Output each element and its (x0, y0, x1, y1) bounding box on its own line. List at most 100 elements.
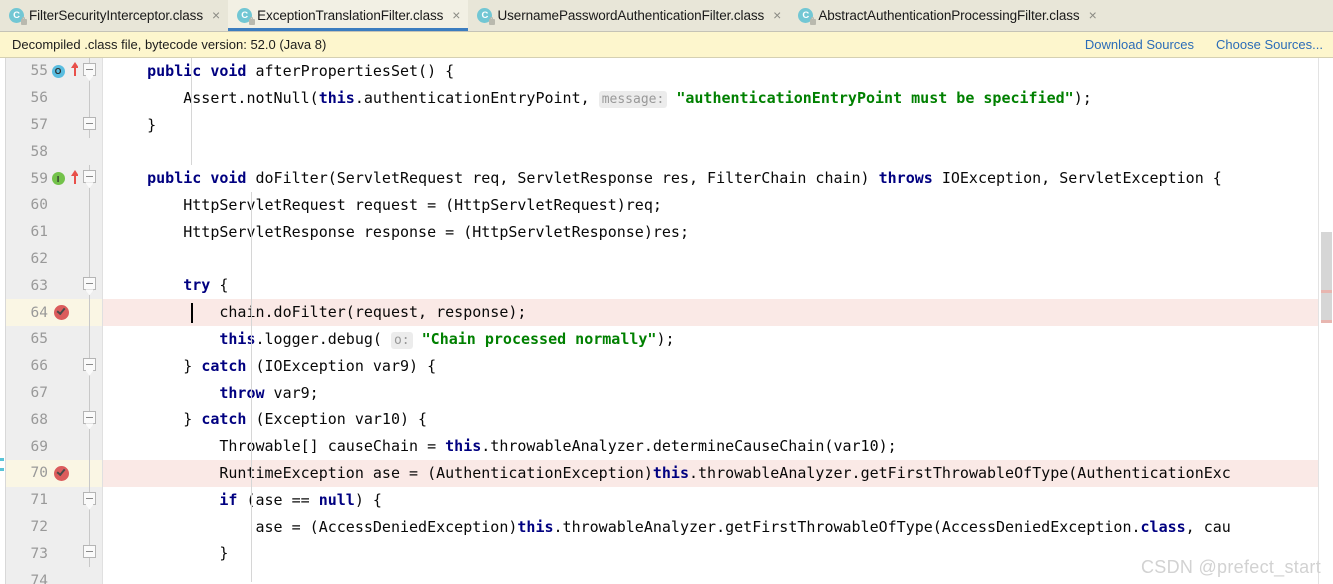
code-line-71[interactable]: if (ase == null) { (103, 487, 1333, 514)
fold-collapse-icon[interactable] (83, 277, 96, 291)
fold-marker-line-63[interactable] (78, 272, 102, 300)
code-line-61[interactable]: HttpServletResponse response = (HttpServ… (103, 219, 1333, 246)
fold-marker-line-67[interactable] (78, 379, 102, 407)
code-folding-column[interactable] (78, 58, 103, 584)
download-sources-link[interactable]: Download Sources (1085, 37, 1194, 52)
gutter-line-66[interactable]: 66 (6, 353, 78, 380)
editor-tab-1[interactable]: C ExceptionTranslationFilter.class × (228, 0, 469, 31)
fold-marker-line-55[interactable] (78, 58, 102, 85)
fold-marker-line-73[interactable] (78, 540, 102, 568)
gutter-line-56[interactable]: 56 (6, 85, 78, 112)
fold-marker-line-72[interactable] (78, 513, 102, 541)
fold-marker-line-57[interactable] (78, 111, 102, 139)
code-line-65[interactable]: this.logger.debug( o: "Chain processed n… (103, 326, 1333, 353)
line-number: 62 (30, 250, 48, 267)
gutter-line-64[interactable]: 64 (6, 299, 78, 326)
gutter-line-57[interactable]: 57 (6, 112, 78, 139)
code-line-72[interactable]: ase = (AccessDeniedException)this.throwa… (103, 514, 1333, 541)
editor-tab-3[interactable]: C AbstractAuthenticationProcessingFilter.… (789, 0, 1105, 31)
gutter-line-65[interactable]: 65 (6, 326, 78, 353)
gutter-line-74[interactable]: 74 (6, 567, 78, 584)
gutter-line-55[interactable]: 55 O (6, 58, 79, 85)
line-number: 64 (30, 304, 48, 321)
code-line-73[interactable]: } (103, 540, 1333, 567)
line-number-gutter[interactable]: 55 O 56 57 58 59 I 60 61 62 63 64 65 66 67 68 69 70 71 72 73… (6, 58, 79, 584)
gutter-icon-slot (48, 249, 74, 269)
editor-tab-0[interactable]: C FilterSecurityInterceptor.class × (0, 0, 229, 31)
fold-collapse-icon[interactable] (83, 411, 96, 425)
fold-end-icon[interactable] (83, 116, 96, 130)
code-line-56[interactable]: Assert.notNull(this.authenticationEntryP… (103, 85, 1333, 112)
gutter-line-68[interactable]: 68 (6, 406, 78, 433)
close-tab-icon[interactable]: × (1089, 8, 1097, 22)
fold-marker-line-59[interactable] (78, 165, 102, 192)
code-line-58[interactable] (103, 138, 1333, 165)
gutter-line-70[interactable]: 70 (6, 459, 78, 487)
editor-scrollbar[interactable] (1318, 58, 1333, 584)
gutter-line-60[interactable]: 60 (6, 192, 78, 219)
fold-collapse-icon[interactable] (83, 63, 96, 76)
editor-tab-2[interactable]: C UsernamePasswordAuthenticationFilter.cl… (468, 0, 790, 31)
fold-marker-line-65[interactable] (78, 325, 102, 353)
fold-marker-line-69[interactable] (78, 433, 102, 460)
code-line-67[interactable]: throw var9; (103, 380, 1333, 407)
fold-marker-line-68[interactable] (78, 406, 102, 434)
gutter-icon-slot (48, 222, 74, 242)
code-line-70[interactable]: RuntimeException ase = (AuthenticationEx… (103, 459, 1333, 487)
fold-marker-line-61[interactable] (78, 218, 102, 246)
fold-marker-line-64[interactable] (78, 299, 102, 326)
code-line-63[interactable]: try { (103, 272, 1333, 299)
gutter-line-73[interactable]: 73 (6, 540, 78, 567)
close-tab-icon[interactable]: × (452, 8, 460, 22)
gutter-line-72[interactable]: 72 (6, 514, 78, 541)
code-line-69[interactable]: Throwable[] causeChain = this.throwableA… (103, 433, 1333, 460)
gutter-line-61[interactable]: 61 (6, 219, 78, 246)
gutter-line-69[interactable]: 69 (6, 433, 78, 460)
breakpoint-icon[interactable] (48, 463, 74, 483)
fold-collapse-icon[interactable] (83, 491, 96, 505)
breakpoint-marker-0[interactable] (1321, 290, 1332, 293)
code-line-74[interactable] (103, 567, 1333, 584)
gutter-icon-slot (48, 276, 74, 296)
gutter-line-59[interactable]: 59 I (6, 165, 79, 192)
line-number: 69 (30, 438, 48, 455)
code-line-66[interactable]: } catch (IOException var9) { (103, 353, 1333, 380)
gutter-icon-slot (48, 410, 74, 430)
gutter-line-62[interactable]: 62 (6, 246, 78, 273)
editor-tab-label: FilterSecurityInterceptor.class (29, 8, 203, 23)
fold-marker-line-71[interactable] (78, 486, 102, 514)
code-line-60[interactable]: HttpServletRequest request = (HttpServle… (103, 192, 1333, 219)
fold-marker-line-60[interactable] (78, 191, 102, 219)
fold-marker-line-70[interactable] (78, 459, 102, 487)
gutter-icon-slot (48, 195, 74, 215)
close-tab-icon[interactable]: × (212, 8, 220, 22)
fold-marker-line-56[interactable] (78, 84, 102, 112)
gutter-line-63[interactable]: 63 (6, 272, 78, 299)
fold-collapse-icon[interactable] (83, 357, 96, 371)
implement-method-icon[interactable]: I (48, 169, 79, 189)
fold-marker-line-66[interactable] (78, 352, 102, 380)
gutter-line-67[interactable]: 67 (6, 380, 78, 407)
close-tab-icon[interactable]: × (773, 8, 781, 22)
fold-marker-line-62[interactable] (78, 245, 102, 273)
decompiled-class-banner: Decompiled .class file, bytecode version… (0, 32, 1333, 58)
indent-guide (191, 58, 192, 165)
scrollbar-thumb[interactable] (1321, 232, 1332, 322)
code-line-55[interactable]: public void afterPropertiesSet() { (103, 58, 1333, 85)
breakpoint-marker-1[interactable] (1321, 320, 1332, 323)
code-line-57[interactable]: } (103, 112, 1333, 139)
code-content-area[interactable]: public void afterPropertiesSet() { Asser… (103, 58, 1333, 584)
fold-end-icon[interactable] (83, 545, 96, 559)
code-line-62[interactable] (103, 246, 1333, 273)
override-method-icon[interactable]: O (48, 61, 79, 81)
breakpoint-icon[interactable] (48, 303, 74, 323)
code-line-64[interactable]: chain.doFilter(request, response); (103, 299, 1333, 326)
gutter-line-58[interactable]: 58 (6, 138, 78, 165)
gutter-line-71[interactable]: 71 (6, 487, 78, 514)
gutter-icon-slot (48, 383, 74, 403)
code-line-68[interactable]: } catch (Exception var10) { (103, 406, 1333, 433)
choose-sources-link[interactable]: Choose Sources... (1216, 37, 1323, 52)
code-line-59[interactable]: public void doFilter(ServletRequest req,… (103, 165, 1333, 192)
fold-collapse-icon[interactable] (83, 170, 96, 184)
line-number: 67 (30, 384, 48, 401)
